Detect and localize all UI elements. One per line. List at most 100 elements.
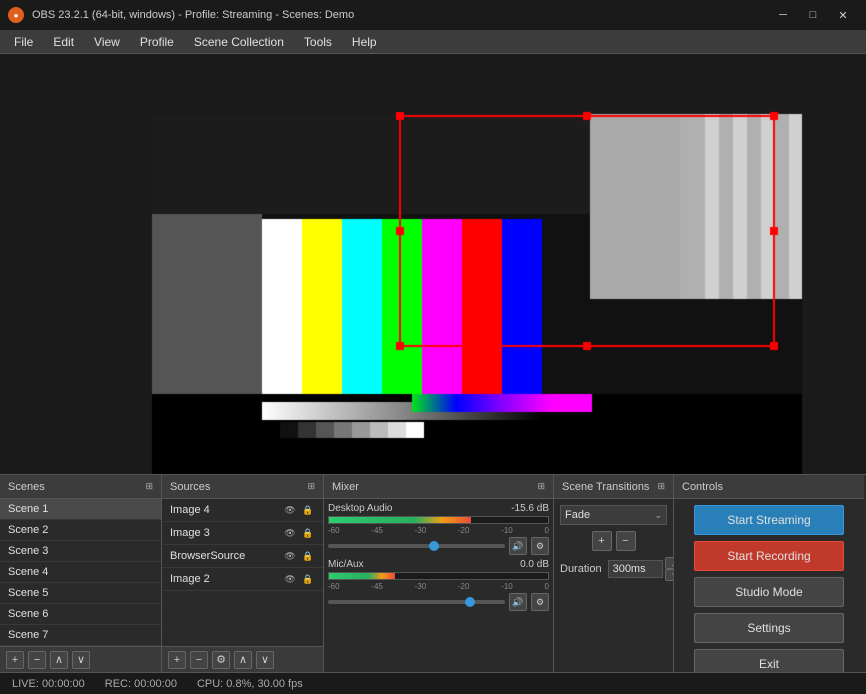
mixer-label: Mixer [332,481,359,493]
sources-lock-icon[interactable]: ⊞ [307,481,315,492]
desktop-audio-meter [328,516,549,524]
duration-row: Duration ▲ ▼ [560,557,667,581]
transitions-header: Scene Transitions ⊞ [554,475,673,499]
sources-label: Sources [170,481,210,493]
source-icons: 👁 🔒 [283,549,315,563]
source-name: Image 2 [170,573,210,585]
desktop-audio-label: Desktop Audio [328,503,393,514]
scenes-add-button[interactable]: + [6,651,24,669]
mic-aux-meter [328,572,549,580]
mic-aux-header: Mic/Aux 0.0 dB [328,559,549,570]
scenes-header: Scenes ⊞ [0,475,161,499]
scene-item[interactable]: Scene 6 [0,604,161,625]
start-recording-button[interactable]: Start Recording [694,541,844,571]
cpu-status: CPU: 0.8%, 30.00 fps [197,678,303,690]
mixer-lock-icon[interactable]: ⊞ [537,481,545,492]
transition-select[interactable]: Fade ⌄ [560,505,667,525]
desktop-audio-slider[interactable] [328,544,505,548]
source-eye-icon[interactable]: 👁 [283,526,297,540]
scenes-remove-button[interactable]: − [28,651,46,669]
transitions-label: Scene Transitions [562,481,649,493]
duration-label: Duration [560,563,602,575]
scene-item[interactable]: Scene 7 [0,625,161,646]
source-item[interactable]: Image 4 👁 🔒 [162,499,323,522]
transition-current: Fade [565,509,590,521]
source-icons: 👁 🔒 [283,526,315,540]
mic-aux-level: 0.0 dB [520,559,549,570]
settings-button[interactable]: Settings [694,613,844,643]
source-item[interactable]: Image 2 👁 🔒 [162,568,323,591]
scene-item[interactable]: Scene 2 [0,520,161,541]
source-name: Image 3 [170,527,210,539]
close-button[interactable]: ✕ [828,5,858,25]
mixer-header: Mixer ⊞ [324,475,553,499]
menu-profile[interactable]: Profile [130,32,184,52]
scenes-up-button[interactable]: ∧ [50,651,68,669]
mic-aux-slider[interactable] [328,600,505,604]
transition-add-button[interactable]: + [592,531,612,551]
mic-aux-settings-button[interactable]: ⚙ [531,593,549,611]
transitions-lock-icon[interactable]: ⊞ [657,481,665,492]
desktop-audio-track: Desktop Audio -15.6 dB -60 -45 -30 -20 -… [328,503,549,555]
scenes-down-button[interactable]: ∨ [72,651,90,669]
bottom-panels: Scenes ⊞ Scene 1 Scene 2 Scene 3 Scene 4… [0,474,866,672]
sources-settings-button[interactable]: ⚙ [212,651,230,669]
sources-down-button[interactable]: ∨ [256,651,274,669]
sources-up-button[interactable]: ∧ [234,651,252,669]
source-item[interactable]: Image 3 👁 🔒 [162,522,323,545]
panel-scenes: Scenes ⊞ Scene 1 Scene 2 Scene 3 Scene 4… [0,475,162,672]
obs-icon: ● [8,7,24,23]
scenes-label: Scenes [8,481,45,493]
scene-list: Scene 1 Scene 2 Scene 3 Scene 4 Scene 5 … [0,499,161,646]
transitions-content: Fade ⌄ + − Duration ▲ ▼ [554,499,673,672]
menu-file[interactable]: File [4,32,43,52]
exit-button[interactable]: Exit [694,649,844,672]
mixer-content: Desktop Audio -15.6 dB -60 -45 -30 -20 -… [324,499,553,672]
source-lock-icon[interactable]: 🔒 [301,572,315,586]
minimize-button[interactable]: ─ [768,5,798,25]
desktop-audio-labels: -60 -45 -30 -20 -10 0 [328,526,549,535]
duration-down-button[interactable]: ▼ [665,569,674,581]
desktop-audio-level: -15.6 dB [511,503,549,514]
scene-item[interactable]: Scene 3 [0,541,161,562]
live-status: LIVE: 00:00:00 [12,678,85,690]
duration-up-button[interactable]: ▲ [665,557,674,569]
sources-add-button[interactable]: + [168,651,186,669]
source-item[interactable]: BrowserSource 👁 🔒 [162,545,323,568]
scenes-lock-icon[interactable]: ⊞ [145,481,153,492]
panel-sources: Sources ⊞ Image 4 👁 🔒 Image 3 👁 🔒 Browse… [162,475,324,672]
scene-item[interactable]: Scene 5 [0,583,161,604]
source-lock-icon[interactable]: 🔒 [301,526,315,540]
rec-status: REC: 00:00:00 [105,678,177,690]
scene-item[interactable]: Scene 4 [0,562,161,583]
source-lock-icon[interactable]: 🔒 [301,549,315,563]
maximize-button[interactable]: □ [798,5,828,25]
source-lock-icon[interactable]: 🔒 [301,503,315,517]
menu-help[interactable]: Help [342,32,387,52]
mic-aux-meter-fill [329,573,395,579]
menu-edit[interactable]: Edit [43,32,84,52]
desktop-audio-controls: 🔊 ⚙ [328,537,549,555]
menu-view[interactable]: View [84,32,130,52]
menu-scene-collection[interactable]: Scene Collection [184,32,294,52]
scene-item[interactable]: Scene 1 [0,499,161,520]
studio-mode-button[interactable]: Studio Mode [694,577,844,607]
start-streaming-button[interactable]: Start Streaming [694,505,844,535]
source-eye-icon[interactable]: 👁 [283,572,297,586]
menu-bar: File Edit View Profile Scene Collection … [0,30,866,54]
preview-canvas [0,54,866,474]
preview-area [0,54,866,474]
duration-input[interactable] [608,560,663,578]
sources-header: Sources ⊞ [162,475,323,499]
source-eye-icon[interactable]: 👁 [283,549,297,563]
mic-aux-label: Mic/Aux [328,559,364,570]
desktop-audio-mute-button[interactable]: 🔊 [509,537,527,555]
menu-tools[interactable]: Tools [294,32,342,52]
desktop-audio-settings-button[interactable]: ⚙ [531,537,549,555]
source-eye-icon[interactable]: 👁 [283,503,297,517]
window-title: OBS 23.2.1 (64-bit, windows) - Profile: … [32,9,354,21]
scenes-actions: + − ∧ ∨ [0,646,161,672]
mic-aux-mute-button[interactable]: 🔊 [509,593,527,611]
sources-remove-button[interactable]: − [190,651,208,669]
transition-remove-button[interactable]: − [616,531,636,551]
